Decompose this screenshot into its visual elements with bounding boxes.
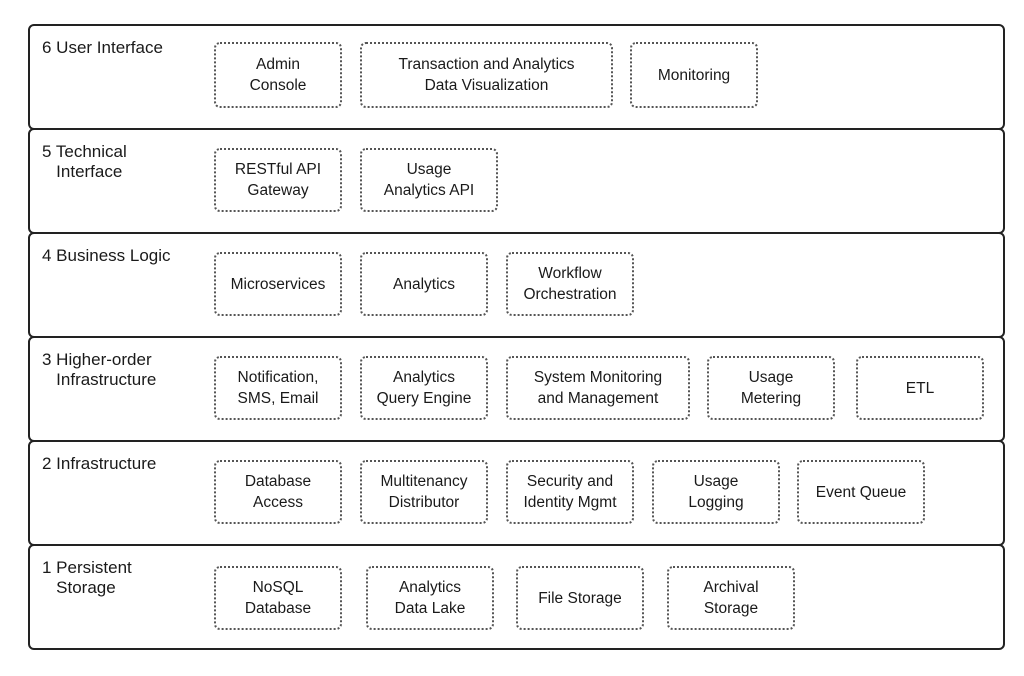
layer-label: 5 Technical Interface bbox=[42, 142, 127, 181]
layer-user-interface: 6 User Interface Admin Console Transacti… bbox=[28, 24, 1005, 130]
layer-higher-order-infrastructure: 3 Higher-order Infrastructure Notificati… bbox=[28, 336, 1005, 442]
component-usage-logging: Usage Logging bbox=[652, 460, 780, 524]
component-analytics-query-engine: Analytics Query Engine bbox=[360, 356, 488, 420]
component-microservices: Microservices bbox=[214, 252, 342, 316]
layer-persistent-storage: 1 Persistent Storage NoSQL Database Anal… bbox=[28, 544, 1005, 650]
component-workflow-orchestration: Workflow Orchestration bbox=[506, 252, 634, 316]
component-transaction-analytics-visualization: Transaction and Analytics Data Visualiza… bbox=[360, 42, 613, 108]
component-monitoring: Monitoring bbox=[630, 42, 758, 108]
layer-technical-interface: 5 Technical Interface RESTful API Gatewa… bbox=[28, 128, 1005, 234]
layer-label: 4 Business Logic bbox=[42, 246, 171, 265]
component-system-monitoring-management: System Monitoring and Management bbox=[506, 356, 690, 420]
layer-infrastructure: 2 Infrastructure Database Access Multite… bbox=[28, 440, 1005, 546]
component-etl: ETL bbox=[856, 356, 984, 420]
layer-label: 3 Higher-order Infrastructure bbox=[42, 350, 157, 389]
component-nosql-database: NoSQL Database bbox=[214, 566, 342, 630]
component-usage-analytics-api: Usage Analytics API bbox=[360, 148, 498, 212]
component-file-storage: File Storage bbox=[516, 566, 644, 630]
component-usage-metering: Usage Metering bbox=[707, 356, 835, 420]
component-database-access: Database Access bbox=[214, 460, 342, 524]
component-multitenancy-distributor: Multitenancy Distributor bbox=[360, 460, 488, 524]
layer-label: 6 User Interface bbox=[42, 38, 163, 57]
layer-label: 2 Infrastructure bbox=[42, 454, 157, 473]
component-analytics-data-lake: Analytics Data Lake bbox=[366, 566, 494, 630]
component-analytics: Analytics bbox=[360, 252, 488, 316]
component-admin-console: Admin Console bbox=[214, 42, 342, 108]
layer-label: 1 Persistent Storage bbox=[42, 558, 132, 597]
component-notification-sms-email: Notification, SMS, Email bbox=[214, 356, 342, 420]
component-event-queue: Event Queue bbox=[797, 460, 925, 524]
component-security-identity-mgmt: Security and Identity Mgmt bbox=[506, 460, 634, 524]
component-restful-api-gateway: RESTful API Gateway bbox=[214, 148, 342, 212]
component-archival-storage: Archival Storage bbox=[667, 566, 795, 630]
layer-business-logic: 4 Business Logic Microservices Analytics… bbox=[28, 232, 1005, 338]
